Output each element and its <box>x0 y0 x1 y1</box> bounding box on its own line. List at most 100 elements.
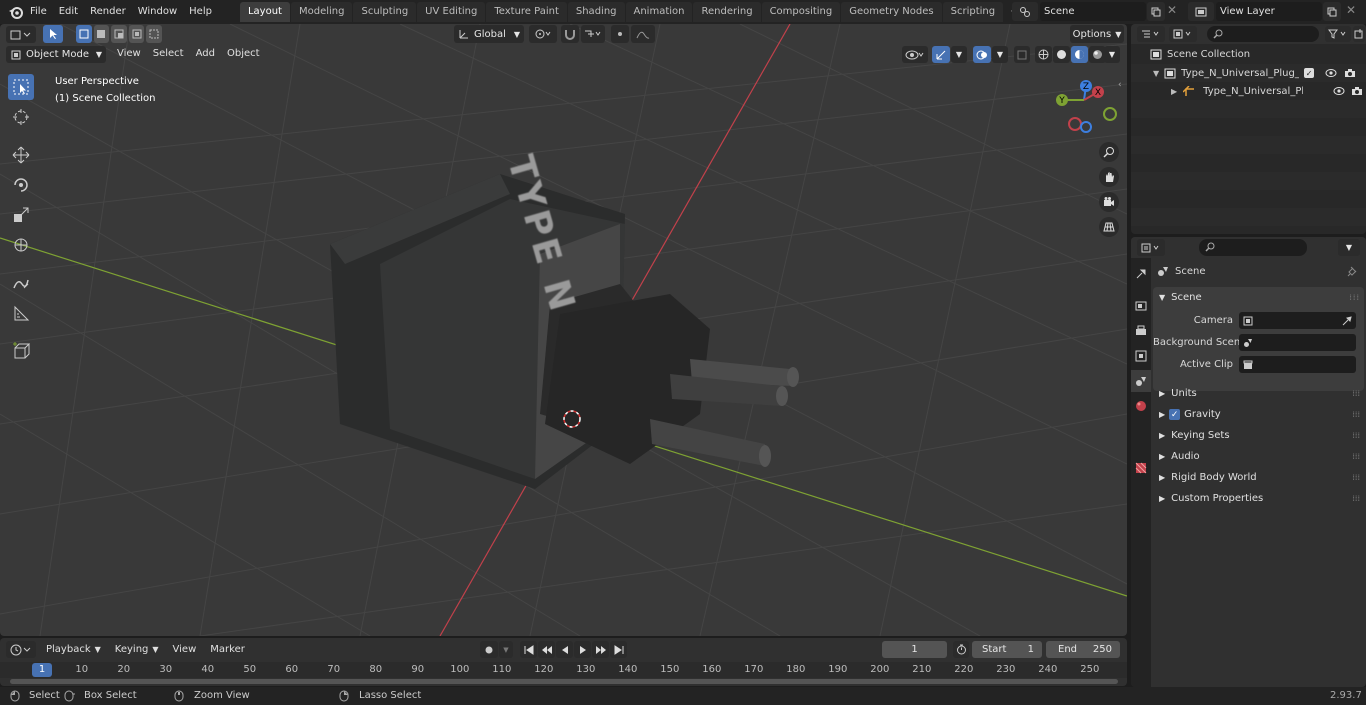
outliner-collection-row[interactable]: ▼ Type_N_Universal_Plug_Adap ✓ <box>1131 64 1366 82</box>
jump-end-icon[interactable] <box>610 641 627 658</box>
timeline-editor-type-button[interactable] <box>6 641 36 658</box>
playback-menu[interactable]: Playback ▼ <box>40 640 107 660</box>
object-mode-dropdown[interactable]: Object Mode ▼ <box>6 46 106 63</box>
proportional-edit-toggle[interactable] <box>611 25 629 43</box>
tab-modeling[interactable]: Modeling <box>290 2 353 22</box>
gravity-panel-header[interactable]: ▶ ✓ Gravity ⁞⁞⁞ <box>1153 404 1364 425</box>
eye-icon[interactable] <box>1333 86 1345 96</box>
play-reverse-icon[interactable] <box>556 641 573 658</box>
options-dropdown[interactable]: Options ▼ <box>1070 25 1124 43</box>
keying-sets-panel-header[interactable]: ▶ Keying Sets ⁞⁞⁞ <box>1153 425 1364 446</box>
overlays-toggle[interactable] <box>973 46 991 63</box>
camera-view-icon[interactable] <box>1099 192 1119 212</box>
drag-handle-icon[interactable]: ⁞⁞⁞ <box>1349 293 1360 302</box>
select-extend-icon[interactable] <box>93 25 110 43</box>
eyedropper-icon[interactable] <box>1342 315 1352 326</box>
delete-scene-icon[interactable]: ✕ <box>1167 3 1177 17</box>
filter-dropdown[interactable] <box>1325 26 1351 42</box>
record-button[interactable] <box>480 641 498 658</box>
rigid-body-world-panel-header[interactable]: ▶ Rigid Body World ⁞⁞⁞ <box>1153 467 1364 488</box>
units-panel-header[interactable]: ▶ Units ⁞⁞⁞ <box>1153 383 1364 404</box>
camera-icon[interactable] <box>1344 68 1356 78</box>
current-frame-field[interactable]: 1 <box>882 641 947 658</box>
output-tab-icon[interactable] <box>1133 323 1149 339</box>
tab-scripting[interactable]: Scripting <box>942 2 1004 22</box>
jump-start-icon[interactable] <box>520 641 537 658</box>
pivot-point-dropdown[interactable] <box>529 25 557 43</box>
properties-options-dropdown[interactable]: ▼ <box>1338 239 1360 256</box>
blender-logo-icon[interactable] <box>8 4 24 20</box>
gizmo-toggle[interactable] <box>932 46 950 63</box>
properties-editor-type-button[interactable] <box>1137 239 1165 256</box>
scene-panel-header[interactable]: ▼ Scene ⁞⁞⁞ <box>1153 287 1364 308</box>
timeline-menu-marker[interactable]: Marker <box>204 640 251 660</box>
delete-view-layer-icon[interactable]: ✕ <box>1346 3 1356 17</box>
perspective-grid-icon[interactable] <box>1099 217 1119 237</box>
zoom-icon[interactable] <box>1099 142 1119 162</box>
outliner-scene-collection-row[interactable]: Scene Collection <box>1131 45 1366 64</box>
start-frame-field[interactable]: Start 1 <box>972 641 1042 658</box>
texture-tab-icon[interactable] <box>1133 460 1149 476</box>
add-cube-tool[interactable] <box>8 338 34 364</box>
select-set-icon[interactable] <box>76 25 92 43</box>
gizmo-dropdown[interactable]: ▼ <box>951 46 967 63</box>
snap-target-dropdown[interactable] <box>581 25 605 43</box>
drag-handle-icon[interactable]: ⁞⁞⁞ <box>1352 452 1360 461</box>
view-layer-name-field[interactable]: View Layer <box>1216 2 1322 21</box>
scale-tool[interactable] <box>8 202 34 228</box>
tool-tab-icon[interactable] <box>1133 266 1149 282</box>
tab-compositing[interactable]: Compositing <box>761 2 841 22</box>
new-collection-button[interactable] <box>1353 26 1365 42</box>
menu-view[interactable]: View <box>111 44 147 64</box>
editor-type-button[interactable] <box>6 26 36 43</box>
wireframe-shading-icon[interactable] <box>1035 46 1052 63</box>
tab-animation[interactable]: Animation <box>625 2 693 22</box>
timeline-scrollbar[interactable] <box>10 679 1118 684</box>
sidebar-toggle-icon[interactable]: ‹ <box>1118 80 1122 90</box>
prev-keyframe-icon[interactable] <box>538 641 555 658</box>
menu-edit[interactable]: Edit <box>53 2 84 22</box>
tab-sculpting[interactable]: Sculpting <box>353 2 417 22</box>
tab-texture-paint[interactable]: Texture Paint <box>486 2 567 22</box>
drag-handle-icon[interactable]: ⁞⁞⁞ <box>1352 473 1360 482</box>
view-layer-browse-button[interactable] <box>1188 2 1214 21</box>
exclude-checkbox[interactable]: ✓ <box>1304 68 1315 78</box>
scene-name-field[interactable]: Scene <box>1040 2 1146 21</box>
drag-handle-icon[interactable]: ⁞⁞⁞ <box>1352 410 1360 419</box>
visibility-dropdown[interactable] <box>902 46 928 63</box>
shading-dropdown[interactable]: ▼ <box>1104 46 1120 63</box>
auto-keying-dropdown[interactable]: ▼ <box>499 641 513 658</box>
proportional-falloff-dropdown[interactable] <box>631 25 655 43</box>
new-scene-button[interactable] <box>1147 2 1165 21</box>
preview-range-toggle[interactable] <box>953 641 969 658</box>
eye-icon[interactable] <box>1325 68 1337 78</box>
display-mode-dropdown[interactable] <box>1169 26 1197 42</box>
menu-window[interactable]: Window <box>132 2 183 22</box>
keying-menu[interactable]: Keying ▼ <box>109 640 165 660</box>
expand-arrow-icon[interactable]: ▼ <box>1153 69 1159 78</box>
menu-file[interactable]: File <box>24 2 53 22</box>
background-scene-field[interactable] <box>1239 334 1356 351</box>
tab-layout[interactable]: Layout <box>239 2 290 22</box>
select-invert-icon[interactable] <box>128 25 145 43</box>
3d-viewport[interactable]: TYPE N Global ▼ Options ▼ Object Mode ▼ … <box>0 24 1127 636</box>
3d-cursor-icon[interactable] <box>561 408 583 430</box>
properties-search-input[interactable] <box>1199 239 1307 256</box>
expand-arrow-icon[interactable]: ▶ <box>1171 87 1177 96</box>
camera-field[interactable] <box>1239 312 1356 329</box>
end-frame-field[interactable]: End 250 <box>1046 641 1120 658</box>
outliner-editor-type-button[interactable] <box>1137 26 1165 42</box>
pan-hand-icon[interactable] <box>1099 167 1119 187</box>
audio-panel-header[interactable]: ▶ Audio ⁞⁞⁞ <box>1153 446 1364 467</box>
select-subtract-icon[interactable] <box>111 25 127 43</box>
camera-icon[interactable] <box>1351 86 1363 96</box>
menu-select[interactable]: Select <box>147 44 190 64</box>
menu-help[interactable]: Help <box>183 2 218 22</box>
move-tool[interactable] <box>8 142 34 168</box>
menu-add[interactable]: Add <box>190 44 221 64</box>
navigation-gizmo[interactable]: Z X Y <box>1048 76 1120 138</box>
tab-uv-editing[interactable]: UV Editing <box>417 2 486 22</box>
plug-adapter-model[interactable] <box>300 154 820 494</box>
material-preview-shading-icon[interactable] <box>1071 46 1088 63</box>
menu-object[interactable]: Object <box>221 44 266 64</box>
